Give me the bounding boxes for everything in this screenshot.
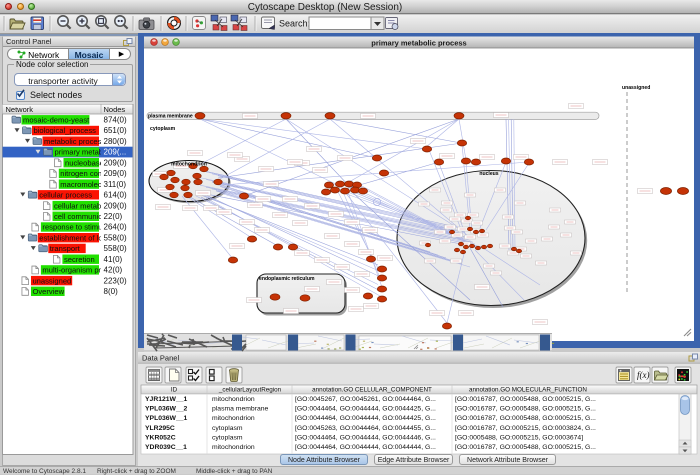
svg-text:558(0): 558(0) (104, 244, 127, 253)
svg-text:transport: transport (50, 244, 81, 253)
svg-text:209(0): 209(0) (104, 169, 127, 178)
svg-text:cytoplasm: cytoplasm (212, 434, 243, 441)
svg-text:annotation.GO MOLECULAR_FUNCTI: annotation.GO MOLECULAR_FUNCTION (469, 387, 587, 394)
svg-text:264(0): 264(0) (104, 223, 127, 232)
svg-text:41(0): 41(0) (104, 255, 123, 264)
svg-text:secretion: secretion (64, 255, 95, 264)
svg-text:209(0): 209(0) (104, 158, 127, 167)
svg-text:annotation.GO CELLULAR_COMPONE: annotation.GO CELLULAR_COMPONENT (312, 387, 432, 394)
svg-text:[GO:0045263, GO:0044464, GO:00: [GO:0045263, GO:0044464, GO:0044455, G..… (295, 425, 436, 432)
svg-text:223(0): 223(0) (104, 276, 127, 285)
svg-text:plasma membrane: plasma membrane (212, 406, 269, 413)
svg-text:[GO:0044464, GO:0044444, GO:00: [GO:0044464, GO:0044444, GO:0044446, G..… (295, 434, 436, 441)
svg-text:nucleus: nucleus (479, 171, 498, 177)
svg-text:endoplasmic reticulum: endoplasmic reticulum (259, 276, 315, 282)
svg-text:42(0): 42(0) (104, 266, 123, 275)
svg-text:nucleobase-: nucleobase- (65, 158, 107, 167)
svg-text:establishment of lo: establishment of lo (39, 233, 102, 242)
svg-text:biological_process: biological_process (34, 126, 97, 135)
svg-text:[GO:0045267, GO:0045261, GO:00: [GO:0045267, GO:0045261, GO:0044464, G..… (295, 396, 436, 403)
svg-text:multi-organism pro: multi-organism pro (42, 266, 105, 275)
svg-text:mitochondrion: mitochondrion (212, 415, 255, 422)
svg-text:[GO:0044464, GO:0044444, GO:00: [GO:0044464, GO:0044444, GO:0044444, G..… (295, 444, 436, 451)
svg-text:[GO:0016787, GO:0005488, GO:00: [GO:0016787, GO:0005488, GO:0005215, G..… (455, 444, 596, 451)
svg-text:8(0): 8(0) (104, 287, 119, 296)
svg-text:unassigned: unassigned (622, 85, 650, 91)
svg-text:response to stimul: response to stimul (42, 223, 104, 232)
svg-text:primary metabolic process: primary metabolic process (371, 39, 466, 48)
svg-text:Network: Network (6, 105, 34, 114)
svg-text:[GO:0016787, GO:0005488, GO:00: [GO:0016787, GO:0005488, GO:0005215, G..… (455, 415, 596, 422)
svg-text:YDR039C__1: YDR039C__1 (145, 444, 187, 451)
svg-text:plasma membrane: plasma membrane (148, 114, 193, 120)
svg-text:651(0): 651(0) (104, 126, 127, 135)
svg-text:mitochondrion: mitochondrion (212, 396, 255, 403)
svg-text:mitochondrion: mitochondrion (171, 162, 207, 168)
svg-text:Overview: Overview (32, 287, 64, 296)
svg-text:YPL036W__1: YPL036W__1 (145, 415, 188, 422)
svg-text:mosaic-demo-yeast: mosaic-demo-yeast (23, 116, 90, 125)
svg-text:YKR052C: YKR052C (145, 434, 176, 441)
svg-text:YPL036W__2: YPL036W__2 (145, 406, 188, 413)
svg-text:[GO:0016787, GO:0005488, GO:00: [GO:0016787, GO:0005488, GO:0005215, G..… (455, 406, 596, 413)
svg-text:YLR295C: YLR295C (145, 425, 175, 432)
svg-text:[GO:0044464, GO:0044444, GO:00: [GO:0044464, GO:0044444, GO:0044425, G..… (295, 415, 436, 422)
svg-text:_cellularLayoutRegion: _cellularLayoutRegion (218, 387, 282, 394)
svg-text:cellular process: cellular process (39, 191, 92, 200)
svg-text:614(0): 614(0) (104, 191, 127, 200)
svg-text:[GO:0044464, GO:0044444, GO:00: [GO:0044464, GO:0044444, GO:0044425, G..… (295, 406, 436, 413)
svg-text:209(...: 209(... (104, 148, 127, 157)
svg-text:cytoplasm: cytoplasm (212, 425, 243, 432)
svg-text:[GO:0005488, GO:0005215, GO:00: [GO:0005488, GO:0005215, GO:0003674] (455, 434, 583, 441)
svg-text:Data Panel: Data Panel (142, 354, 179, 363)
svg-text:f(x): f(x) (637, 370, 650, 380)
svg-text:311(0): 311(0) (104, 180, 127, 189)
svg-text:cellular metabol: cellular metabol (54, 201, 107, 210)
svg-text:primary metabo: primary metabo (55, 148, 108, 157)
svg-text:YJR121W__1: YJR121W__1 (145, 396, 188, 403)
svg-text:[GO:0016787, GO:0005215, GO:00: [GO:0016787, GO:0005215, GO:0003824, G..… (455, 425, 596, 432)
svg-text:Nodes: Nodes (104, 105, 126, 114)
svg-text:280(0): 280(0) (104, 137, 127, 146)
svg-text:cytoplasm: cytoplasm (150, 126, 176, 132)
svg-text:ID: ID (171, 387, 178, 394)
svg-text:metabolic process: metabolic process (44, 137, 105, 146)
svg-text:209(0): 209(0) (104, 201, 127, 210)
svg-text:unassigned: unassigned (32, 276, 71, 285)
svg-text:mitochondrion: mitochondrion (212, 444, 255, 451)
svg-text:Search:: Search: (279, 19, 310, 29)
svg-text:[GO:0016787, GO:0005488, GO:00: [GO:0016787, GO:0005488, GO:0005215, G..… (455, 396, 596, 403)
svg-text:874(0): 874(0) (104, 116, 127, 125)
svg-text:22(0): 22(0) (104, 212, 123, 221)
svg-text:558(0): 558(0) (104, 233, 127, 242)
